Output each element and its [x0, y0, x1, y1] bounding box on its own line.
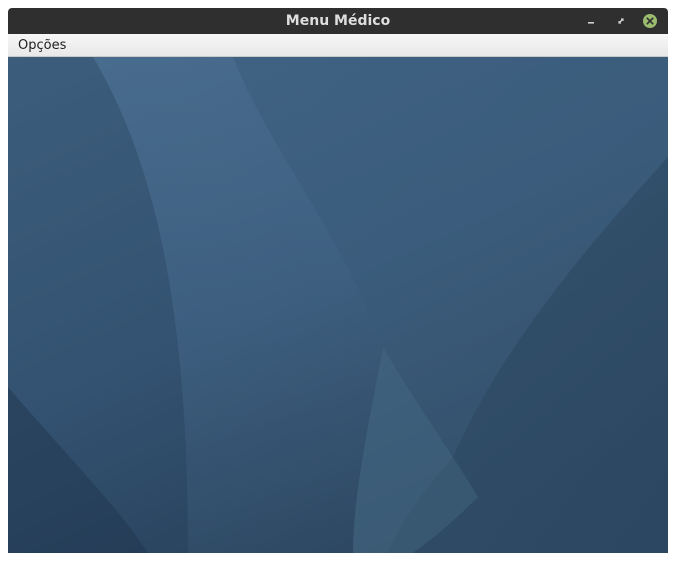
window-title: Menu Médico [285, 13, 391, 29]
title-bar[interactable]: Menu Médico [8, 8, 668, 34]
maximize-button[interactable] [613, 13, 629, 29]
background-wallpaper [8, 57, 668, 553]
application-window: Menu Médico Opções [0, 0, 676, 563]
close-icon [643, 14, 657, 28]
minimize-icon [588, 22, 594, 24]
menu-bar: Opções [8, 34, 668, 57]
close-button[interactable] [642, 13, 658, 29]
maximize-icon [618, 18, 624, 24]
minimize-button[interactable] [583, 13, 599, 29]
menu-item-opcoes[interactable]: Opções [18, 38, 66, 53]
content-area [8, 57, 668, 553]
